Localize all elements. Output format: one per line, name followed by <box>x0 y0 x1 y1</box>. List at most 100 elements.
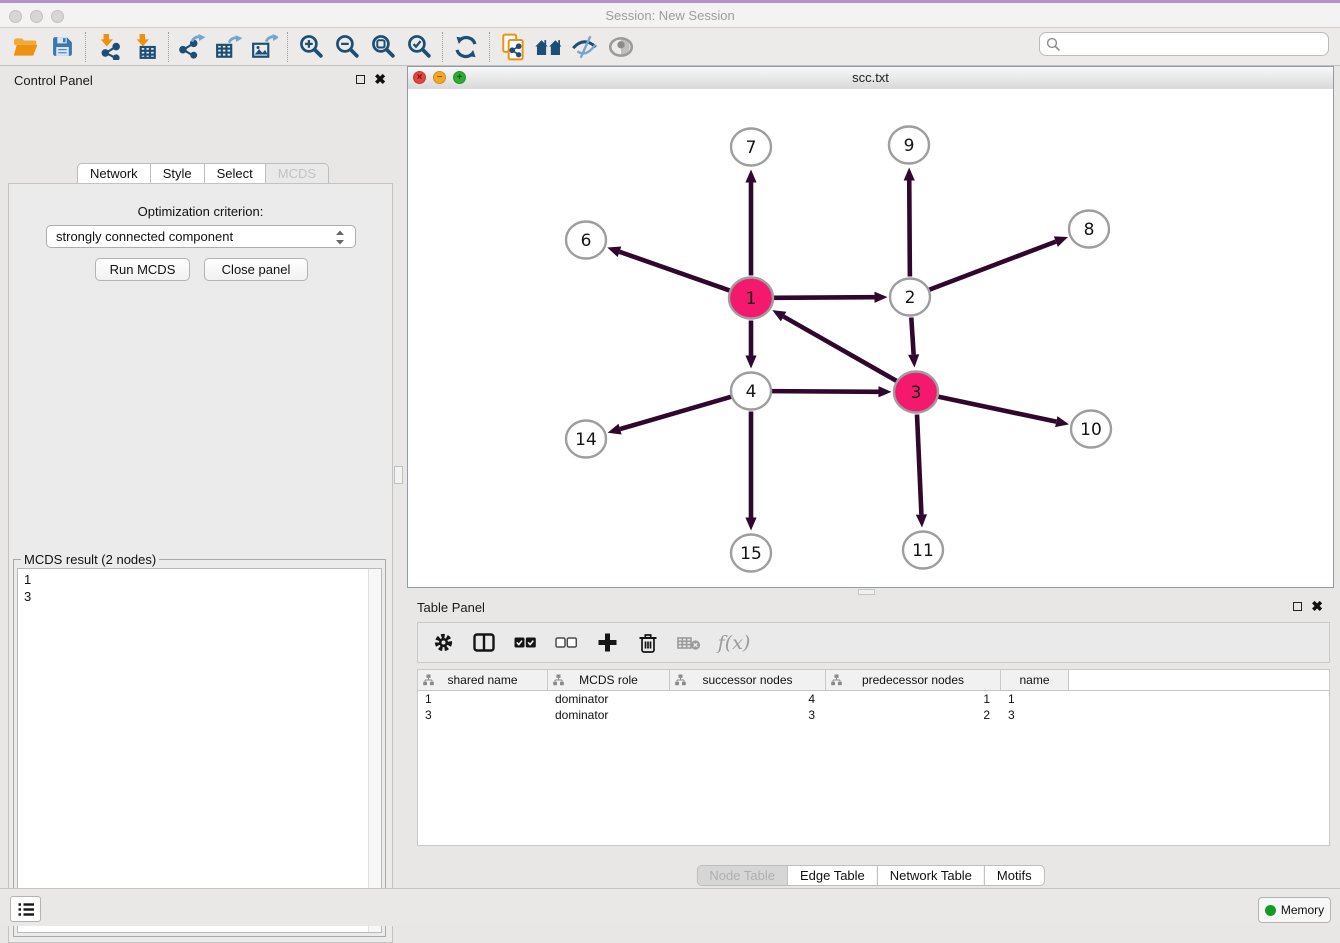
graph-edge-2-3[interactable] <box>908 317 919 367</box>
graph-node-8[interactable]: 8 <box>1069 211 1109 248</box>
graph-edge-2-9[interactable] <box>904 167 915 276</box>
mcds-result-box[interactable]: 13 <box>17 568 382 933</box>
column-header-MCDS-role[interactable]: MCDS role <box>548 670 670 690</box>
optimization-criterion-select[interactable]: strongly connected component <box>46 225 356 248</box>
create-column-button[interactable] <box>594 630 620 656</box>
tab-node-table[interactable]: Node Table <box>696 865 788 886</box>
tab-network[interactable]: Network <box>77 163 151 184</box>
graph-edge-4-3[interactable] <box>771 386 891 397</box>
cell-name[interactable]: 1 <box>1001 691 1069 707</box>
graph-edge-1-7[interactable] <box>745 170 756 276</box>
graph-node-1[interactable]: 1 <box>729 278 773 319</box>
zoom-fit-button[interactable] <box>365 31 401 63</box>
graph-edge-3-1[interactable] <box>772 310 896 381</box>
close-panel-icon[interactable]: ✖ <box>1311 601 1323 612</box>
tab-style[interactable]: Style <box>150 163 205 184</box>
zoom-in-button[interactable] <box>293 31 329 63</box>
clone-network-button[interactable] <box>495 31 531 63</box>
vertical-splitter-handle[interactable] <box>394 466 403 484</box>
cell-predecessor-nodes[interactable]: 2 <box>826 707 1001 723</box>
close-panel-button[interactable]: Close panel <box>204 258 308 281</box>
cell-shared-name[interactable]: 1 <box>418 691 548 707</box>
svg-text:15: 15 <box>740 544 762 564</box>
graph-node-2[interactable]: 2 <box>890 279 930 316</box>
cell-shared-name[interactable]: 3 <box>418 707 548 723</box>
update-view-button[interactable] <box>448 31 484 63</box>
graph-node-11[interactable]: 11 <box>903 532 943 569</box>
graph-node-9[interactable]: 9 <box>889 127 929 164</box>
cell-name[interactable]: 3 <box>1001 707 1069 723</box>
task-history-button[interactable] <box>10 896 41 922</box>
export-image-button[interactable] <box>246 31 282 63</box>
zoom-fit-icon <box>370 33 397 60</box>
cell-successor-nodes[interactable]: 4 <box>670 691 826 707</box>
float-panel-icon[interactable] <box>356 75 365 84</box>
cell-successor-nodes[interactable]: 3 <box>670 707 826 723</box>
graph-node-3[interactable]: 3 <box>894 372 938 413</box>
zoom-out-icon <box>334 33 361 60</box>
memory-button[interactable]: Memory <box>1258 897 1331 923</box>
first-neighbors-button[interactable] <box>531 31 567 63</box>
column-header-successor-nodes[interactable]: successor nodes <box>670 670 826 690</box>
graph-node-14[interactable]: 14 <box>566 421 606 458</box>
graph-edge-1-4[interactable] <box>745 321 756 369</box>
search-input[interactable] <box>1065 36 1328 53</box>
tab-edge-table[interactable]: Edge Table <box>787 865 878 886</box>
tab-select[interactable]: Select <box>204 163 266 184</box>
network-window-titlebar[interactable]: × − + scc.txt <box>408 67 1333 90</box>
table-row[interactable]: 1dominator411 <box>418 691 1329 707</box>
deselect-all-button[interactable] <box>553 630 579 656</box>
export-network-button[interactable] <box>174 31 210 63</box>
window-title: Session: New Session <box>0 8 1340 23</box>
result-scrollbar[interactable] <box>368 569 381 932</box>
hide-panels-button[interactable] <box>567 31 603 63</box>
column-header-shared-name[interactable]: shared name <box>418 670 548 690</box>
graph-edge-1-6[interactable] <box>607 246 730 290</box>
open-session-button[interactable] <box>8 31 44 63</box>
graph-node-15[interactable]: 15 <box>731 535 771 572</box>
network-canvas[interactable]: 7 9 6 8 1 2 4 3 14 10 15 11 <box>408 89 1333 587</box>
import-network-button[interactable] <box>91 31 127 63</box>
export-table-icon <box>215 34 242 60</box>
delete-column-button[interactable] <box>635 630 661 656</box>
float-panel-icon[interactable] <box>1293 602 1302 611</box>
svg-text:6: 6 <box>581 231 592 251</box>
zoom-out-button[interactable] <box>329 31 365 63</box>
cell-MCDS-role[interactable]: dominator <box>548 707 670 723</box>
table-settings-button[interactable] <box>430 630 456 656</box>
tab-mcds[interactable]: MCDS <box>265 163 329 184</box>
optimization-criterion-value: strongly connected component <box>56 229 233 244</box>
graph-node-10[interactable]: 10 <box>1071 411 1111 448</box>
zoom-selected-button[interactable] <box>401 31 437 63</box>
graph-edge-2-8[interactable] <box>929 236 1068 289</box>
cell-predecessor-nodes[interactable]: 1 <box>826 691 1001 707</box>
chevron-updown-icon <box>333 229 347 249</box>
close-panel-icon[interactable]: ✖ <box>374 74 386 85</box>
show-column-button[interactable] <box>471 630 497 656</box>
control-panel: Control Panel ✖ NetworkStyleSelectMCDS O… <box>0 66 400 888</box>
select-all-button[interactable] <box>512 630 538 656</box>
graph-edge-3-11[interactable] <box>916 414 927 527</box>
clone-network-icon <box>500 33 527 61</box>
column-header-predecessor-nodes[interactable]: predecessor nodes <box>826 670 1001 690</box>
table-row[interactable]: 3dominator323 <box>418 707 1329 723</box>
tab-motifs[interactable]: Motifs <box>984 865 1045 886</box>
network-view-window: × − + scc.txt 7 9 6 8 1 2 4 3 14 10 15 11 <box>407 66 1334 588</box>
search-box[interactable] <box>1039 32 1329 56</box>
graph-edge-1-2[interactable] <box>773 292 887 303</box>
column-header-name[interactable]: name <box>1001 670 1069 690</box>
cell-MCDS-role[interactable]: dominator <box>548 691 670 707</box>
tab-network-table[interactable]: Network Table <box>877 865 985 886</box>
eye-slash-icon <box>571 34 599 60</box>
graph-node-7[interactable]: 7 <box>731 129 771 166</box>
save-session-button[interactable] <box>44 31 80 63</box>
graph-edge-3-10[interactable] <box>938 397 1069 427</box>
export-table-button[interactable] <box>210 31 246 63</box>
run-mcds-button[interactable]: Run MCDS <box>95 258 190 281</box>
graph-node-6[interactable]: 6 <box>566 222 606 259</box>
graph-edge-4-15[interactable] <box>745 412 756 531</box>
import-table-button[interactable] <box>127 31 163 63</box>
graph-node-4[interactable]: 4 <box>731 373 771 410</box>
zoom-in-icon <box>298 33 325 60</box>
graph-edge-4-14[interactable] <box>608 397 732 435</box>
